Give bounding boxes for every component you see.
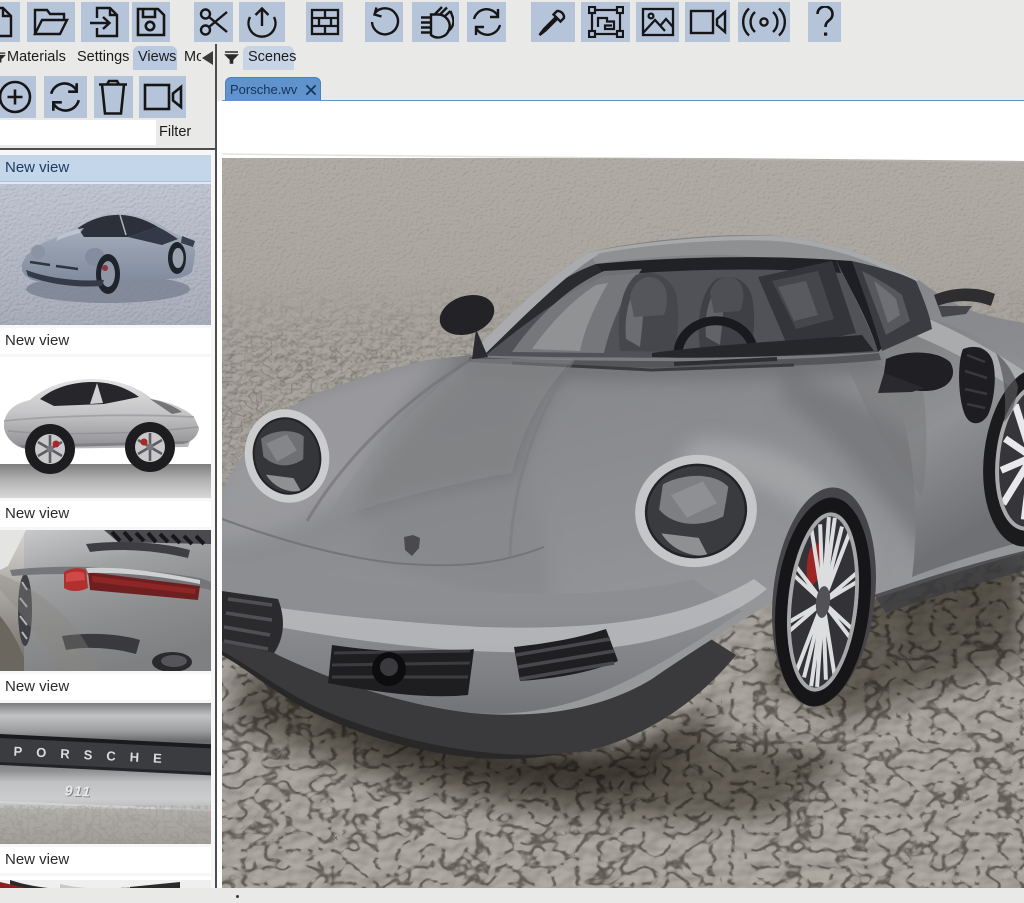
svg-text:911: 911: [64, 782, 92, 799]
